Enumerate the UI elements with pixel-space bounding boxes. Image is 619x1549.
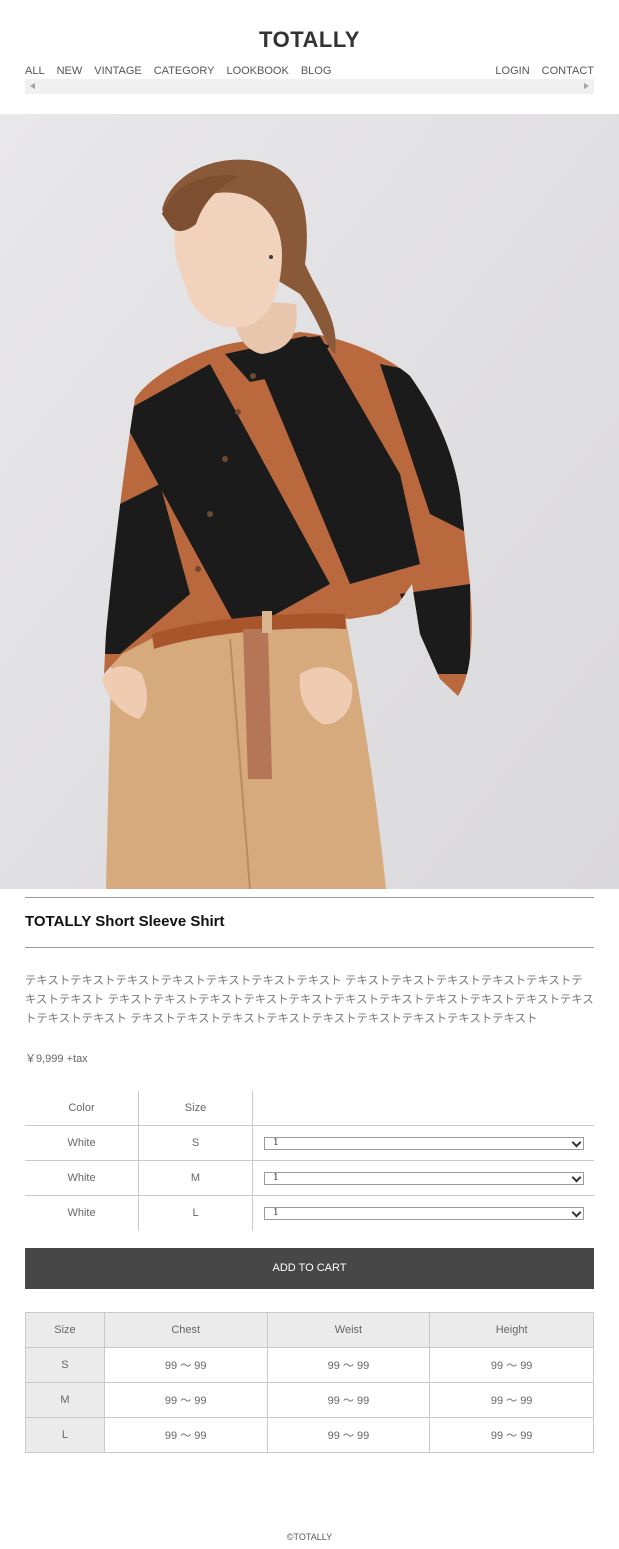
variant-header-size: Size (138, 1091, 252, 1126)
nav-item-category[interactable]: CATEGORY (154, 65, 215, 77)
nav-item-vintage[interactable]: VINTAGE (94, 65, 141, 77)
size-chart-weist: 99 ～ 99 (266, 1382, 431, 1418)
size-chart-height: 99 ～ 99 (429, 1347, 594, 1383)
product-title: TOTALLY Short Sleeve Shirt (25, 913, 225, 930)
nav-item-login[interactable]: LOGIN (495, 65, 529, 77)
nav-item-contact[interactable]: CONTACT (542, 65, 594, 77)
quantity-value: 1 (273, 1173, 279, 1183)
variant-row: White M 1 (25, 1161, 594, 1196)
size-chart-height: 99 ～ 99 (429, 1382, 594, 1418)
nav-left: ALL NEW VINTAGE CATEGORY LOOKBOOK BLOG (25, 65, 331, 77)
variant-header-color: Color (68, 1102, 95, 1114)
quantity-select[interactable]: 1 (264, 1207, 584, 1220)
variant-size: M (138, 1161, 252, 1196)
main-nav: ALL NEW VINTAGE CATEGORY LOOKBOOK BLOG L… (25, 65, 594, 79)
footer-copyright: ©TOTALLY (286, 1532, 333, 1542)
size-chart-weist: 99 ～ 99 (266, 1347, 431, 1383)
size-chart-header: Chest (103, 1312, 268, 1348)
nav-item-lookbook[interactable]: LOOKBOOK (226, 65, 288, 77)
nav-item-new[interactable]: NEW (57, 65, 83, 77)
size-chart-chest: 99 ～ 99 (103, 1382, 268, 1418)
scroll-right-arrow-icon[interactable] (584, 83, 589, 89)
size-chart-height: 99 ～ 99 (429, 1417, 594, 1453)
product-price: ￥9,999 +tax (25, 1053, 88, 1065)
variant-size: L (138, 1196, 252, 1231)
size-chart-size: M (25, 1382, 105, 1418)
nav-scrollbar[interactable] (25, 79, 594, 94)
product-photo-illustration (0, 114, 619, 889)
quantity-select[interactable]: 1 (264, 1172, 584, 1185)
variant-qty-cell: 1 (252, 1196, 594, 1231)
divider-top (25, 897, 594, 898)
variant-header-qty (252, 1091, 594, 1126)
quantity-value: 1 (273, 1138, 279, 1148)
variant-color: White (67, 1207, 96, 1219)
chevron-down-icon (571, 1172, 582, 1183)
size-chart-header: Size (25, 1312, 105, 1348)
variant-table: Color Size White S 1 White M 1 White L 1 (25, 1091, 594, 1231)
add-to-cart-button[interactable]: ADD TO CART (25, 1248, 594, 1289)
table-row: L 99 ～ 99 99 ～ 99 99 ～ 99 (25, 1417, 594, 1453)
variant-row: White L 1 (25, 1196, 594, 1231)
size-chart-header-row: Size Chest Weist Height (25, 1312, 594, 1348)
variant-header-row: Color Size (25, 1091, 594, 1126)
size-chart-chest: 99 ～ 99 (103, 1417, 268, 1453)
size-chart-header: Weist (266, 1312, 431, 1348)
scroll-left-arrow-icon[interactable] (30, 83, 35, 89)
size-chart-size: L (25, 1417, 105, 1453)
variant-qty-cell: 1 (252, 1161, 594, 1196)
variant-row: White S 1 (25, 1126, 594, 1161)
size-chart-header: Height (429, 1312, 594, 1348)
divider-bottom (25, 947, 594, 948)
variant-size: S (138, 1126, 252, 1161)
chevron-down-icon (571, 1137, 582, 1148)
size-chart-size: S (25, 1347, 105, 1383)
variant-qty-cell: 1 (252, 1126, 594, 1161)
nav-item-all[interactable]: ALL (25, 65, 45, 77)
nav-right: LOGIN CONTACT (495, 65, 594, 77)
table-row: M 99 ～ 99 99 ～ 99 99 ～ 99 (25, 1382, 594, 1418)
product-description: テキストテキストテキストテキストテキストテキストテキスト テキストテキストテキス… (25, 973, 594, 1025)
quantity-select[interactable]: 1 (264, 1137, 584, 1150)
quantity-value: 1 (273, 1208, 279, 1218)
size-chart-chest: 99 ～ 99 (103, 1347, 268, 1383)
chevron-down-icon (571, 1207, 582, 1218)
product-image (0, 114, 619, 889)
nav-item-blog[interactable]: BLOG (301, 65, 332, 77)
variant-color: White (67, 1172, 96, 1184)
table-row: S 99 ～ 99 99 ～ 99 99 ～ 99 (25, 1347, 594, 1383)
size-chart-weist: 99 ～ 99 (266, 1417, 431, 1453)
variant-color: White (67, 1137, 96, 1149)
site-logo[interactable]: TOTALLY (0, 27, 619, 53)
size-chart-table: Size Chest Weist Height S 99 ～ 99 99 ～ 9… (25, 1312, 594, 1453)
